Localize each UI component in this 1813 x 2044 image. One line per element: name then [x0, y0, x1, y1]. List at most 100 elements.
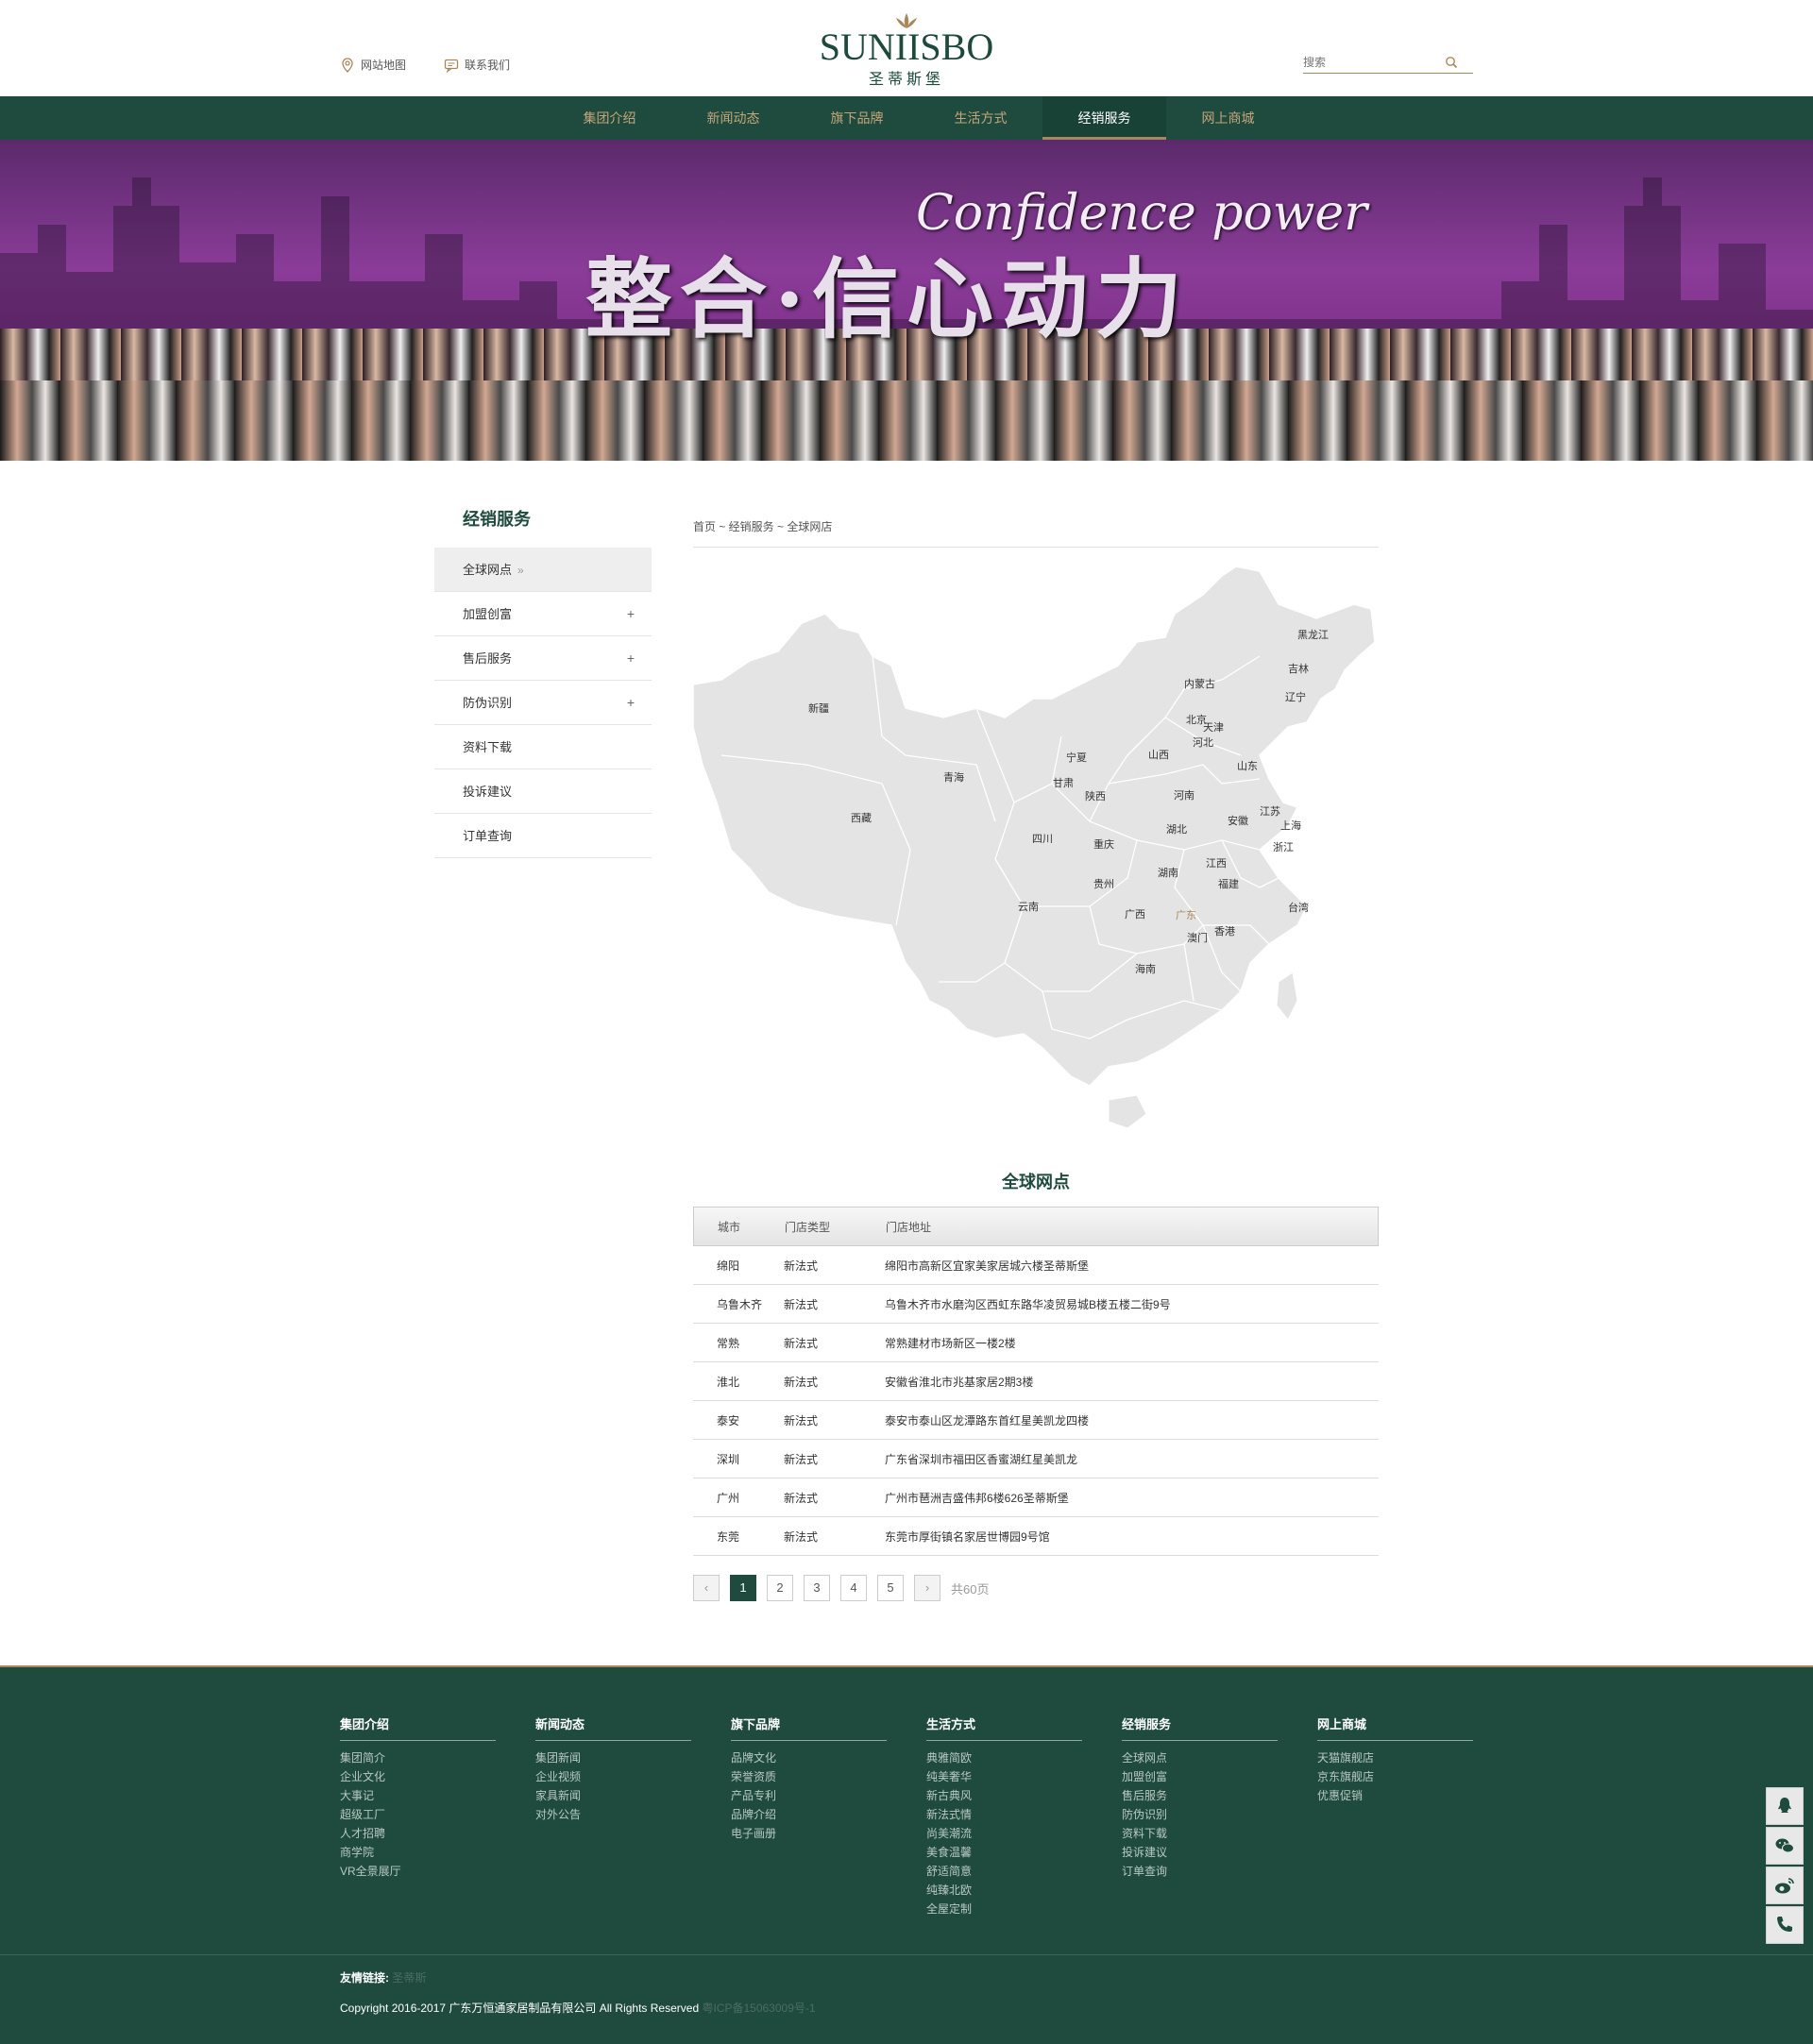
- footer-link[interactable]: 超级工厂: [340, 1805, 535, 1824]
- icp-link[interactable]: 粤ICP备15063009号-1: [702, 2002, 815, 2015]
- footer-link[interactable]: 新古典风: [926, 1786, 1122, 1805]
- nav-item-4[interactable]: 经销服务: [1042, 96, 1166, 140]
- search-icon[interactable]: [1445, 56, 1458, 69]
- footer-link[interactable]: 企业视频: [535, 1767, 731, 1786]
- province-label[interactable]: 山西: [1148, 749, 1169, 761]
- page-5-button[interactable]: 5: [877, 1575, 904, 1601]
- footer-link[interactable]: 集团简介: [340, 1748, 535, 1767]
- footer-link[interactable]: 美食温馨: [926, 1843, 1122, 1862]
- qq-button[interactable]: [1766, 1787, 1804, 1825]
- province-label[interactable]: 四川: [1032, 834, 1053, 845]
- footer-link[interactable]: 企业文化: [340, 1767, 535, 1786]
- province-label[interactable]: 台湾: [1288, 901, 1309, 914]
- footer-link[interactable]: 集团新闻: [535, 1748, 731, 1767]
- province-label[interactable]: 青海: [943, 770, 964, 784]
- contact-link[interactable]: 联系我们: [444, 57, 510, 73]
- province-label[interactable]: 重庆: [1093, 837, 1114, 851]
- page-2-button[interactable]: 2: [767, 1575, 793, 1601]
- province-label[interactable]: 湖北: [1166, 823, 1187, 836]
- nav-item-1[interactable]: 新闻动态: [671, 96, 795, 140]
- province-label[interactable]: 山东: [1237, 760, 1258, 772]
- footer-link[interactable]: 售后服务: [1122, 1786, 1317, 1805]
- footer-link[interactable]: 天猫旗舰店: [1317, 1748, 1513, 1767]
- next-page-button[interactable]: ›: [914, 1575, 940, 1601]
- footer-column-title[interactable]: 生活方式: [926, 1715, 1082, 1741]
- footer-column-title[interactable]: 网上商城: [1317, 1715, 1473, 1741]
- province-label[interactable]: 海南: [1135, 962, 1156, 975]
- footer-link[interactable]: 纯臻北欧: [926, 1881, 1122, 1900]
- phone-button[interactable]: [1766, 1906, 1804, 1944]
- footer-link[interactable]: VR全景展厅: [340, 1862, 535, 1881]
- footer-link[interactable]: 典雅简欧: [926, 1748, 1122, 1767]
- footer-link[interactable]: 全屋定制: [926, 1900, 1122, 1918]
- province-label[interactable]: 宁夏: [1066, 751, 1087, 764]
- footer-link[interactable]: 新法式情: [926, 1805, 1122, 1824]
- weibo-button[interactable]: [1766, 1867, 1804, 1904]
- prev-page-button[interactable]: ‹: [693, 1575, 720, 1601]
- province-label[interactable]: 河南: [1174, 789, 1195, 802]
- footer-link[interactable]: 尚美潮流: [926, 1824, 1122, 1843]
- footer-link[interactable]: 全球网点: [1122, 1748, 1317, 1767]
- sitemap-link[interactable]: 网站地图: [340, 57, 406, 73]
- nav-item-0[interactable]: 集团介绍: [548, 96, 671, 140]
- province-label[interactable]: 安徽: [1228, 814, 1248, 827]
- footer-link[interactable]: 资料下载: [1122, 1824, 1317, 1843]
- footer-link[interactable]: 舒适简意: [926, 1862, 1122, 1881]
- footer-column-title[interactable]: 集团介绍: [340, 1715, 496, 1741]
- province-label[interactable]: 西藏: [851, 812, 872, 824]
- friend-link[interactable]: 圣蒂斯: [392, 1971, 426, 1985]
- footer-link[interactable]: 品牌介绍: [731, 1805, 926, 1824]
- province-label[interactable]: 湖南: [1158, 867, 1178, 879]
- province-label[interactable]: 河北: [1193, 736, 1213, 749]
- province-label[interactable]: 黑龙江: [1297, 629, 1329, 641]
- footer-column-title[interactable]: 旗下品牌: [731, 1715, 887, 1741]
- page-3-button[interactable]: 3: [804, 1575, 830, 1601]
- footer-link[interactable]: 对外公告: [535, 1805, 731, 1824]
- footer-link[interactable]: 品牌文化: [731, 1748, 926, 1767]
- province-label[interactable]: 新疆: [808, 701, 829, 715]
- brand-logo[interactable]: SUNIISBO 圣蒂斯堡: [816, 9, 997, 88]
- footer-link[interactable]: 家具新闻: [535, 1786, 731, 1805]
- footer-column-title[interactable]: 新闻动态: [535, 1715, 691, 1741]
- province-label[interactable]: 云南: [1018, 901, 1039, 913]
- wechat-button[interactable]: [1766, 1827, 1804, 1865]
- province-label[interactable]: 辽宁: [1285, 690, 1306, 703]
- footer-link[interactable]: 京东旗舰店: [1317, 1767, 1513, 1786]
- footer-link[interactable]: 电子画册: [731, 1824, 926, 1843]
- nav-item-5[interactable]: 网上商城: [1166, 96, 1290, 140]
- footer-link[interactable]: 产品专利: [731, 1786, 926, 1805]
- province-label[interactable]: 江西: [1206, 857, 1227, 870]
- province-label[interactable]: 甘肃: [1053, 777, 1074, 789]
- sidebar-item-4[interactable]: 资料下载: [434, 725, 652, 769]
- footer-link[interactable]: 荣誉资质: [731, 1767, 926, 1786]
- province-label[interactable]: 天津: [1203, 721, 1224, 734]
- nav-item-3[interactable]: 生活方式: [919, 96, 1042, 140]
- province-label[interactable]: 澳门: [1187, 931, 1208, 944]
- province-label[interactable]: 广东: [1176, 909, 1196, 921]
- footer-link[interactable]: 优惠促销: [1317, 1786, 1513, 1805]
- sidebar-item-2[interactable]: 售后服务 +: [434, 636, 652, 681]
- footer-link[interactable]: 加盟创富: [1122, 1767, 1317, 1786]
- province-label[interactable]: 浙江: [1273, 841, 1294, 853]
- footer-link[interactable]: 防伪识别: [1122, 1805, 1317, 1824]
- province-label[interactable]: 香港: [1214, 925, 1235, 938]
- sidebar-item-6[interactable]: 订单查询: [434, 814, 652, 858]
- footer-link[interactable]: 纯美奢华: [926, 1767, 1122, 1786]
- footer-link[interactable]: 人才招聘: [340, 1824, 535, 1843]
- province-label[interactable]: 内蒙古: [1184, 677, 1215, 690]
- sidebar-item-1[interactable]: 加盟创富 +: [434, 592, 652, 636]
- province-label[interactable]: 陕西: [1085, 789, 1106, 802]
- province-label[interactable]: 江苏: [1260, 805, 1280, 818]
- sidebar-item-5[interactable]: 投诉建议: [434, 769, 652, 814]
- province-label[interactable]: 贵州: [1093, 878, 1114, 890]
- page-1-button[interactable]: 1: [730, 1575, 756, 1601]
- province-label[interactable]: 广西: [1125, 908, 1145, 921]
- page-4-button[interactable]: 4: [840, 1575, 867, 1601]
- sidebar-item-0[interactable]: 全球网点 »: [434, 548, 652, 592]
- province-label[interactable]: 吉林: [1288, 662, 1309, 675]
- nav-item-2[interactable]: 旗下品牌: [795, 96, 919, 140]
- province-label[interactable]: 上海: [1280, 819, 1301, 832]
- province-label[interactable]: 福建: [1218, 877, 1239, 890]
- sidebar-item-3[interactable]: 防伪识别 +: [434, 681, 652, 725]
- footer-link[interactable]: 商学院: [340, 1843, 535, 1862]
